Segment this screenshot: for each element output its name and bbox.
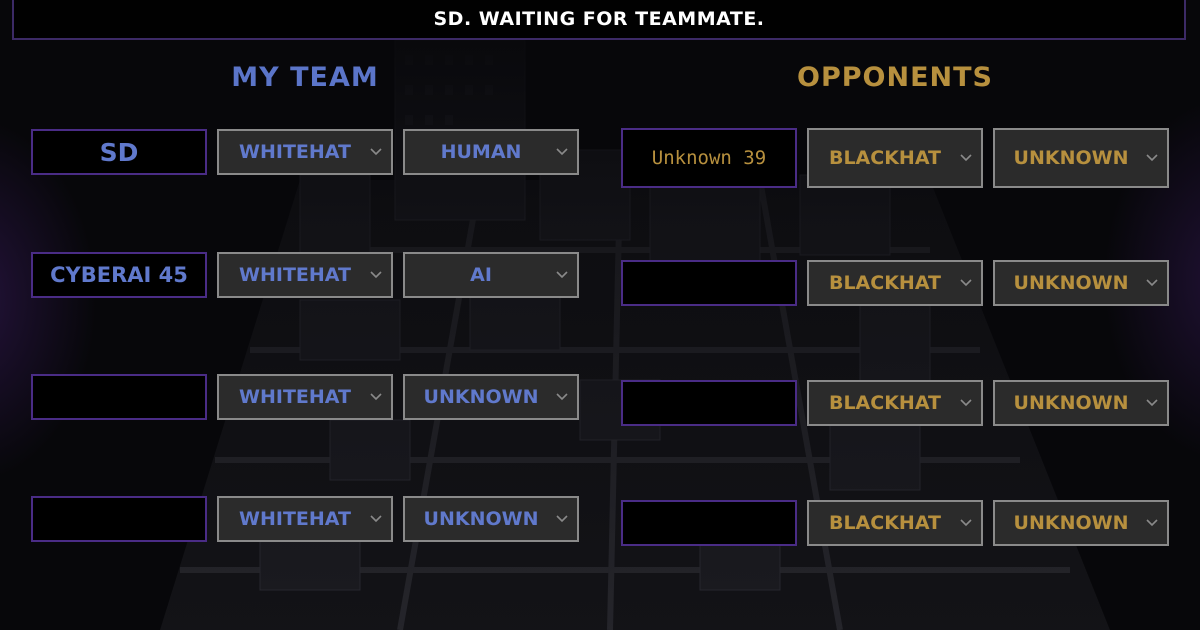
player-type-value: UNKNOWN — [1013, 392, 1129, 414]
chevron-down-icon — [365, 393, 387, 401]
player-type-select[interactable]: UNKNOWN — [993, 260, 1169, 306]
player-type-select[interactable]: UNKNOWN — [993, 128, 1169, 188]
side-select-value: WHITEHAT — [239, 508, 351, 530]
side-select[interactable]: BLACKHAT — [807, 128, 983, 188]
player-name-field: CYBERAI 45 — [31, 252, 207, 298]
opponent-name-field: Unknown 39 — [621, 128, 797, 188]
chevron-down-icon — [955, 279, 977, 287]
side-select[interactable]: WHITEHAT — [217, 496, 393, 542]
opponents-heading: OPPONENTS — [797, 62, 993, 93]
my-team-heading: MY TEAM — [231, 62, 379, 93]
player-type-value: UNKNOWN — [423, 508, 539, 530]
chevron-down-icon — [365, 271, 387, 279]
player-type-value: UNKNOWN — [1013, 512, 1129, 534]
player-type-value: UNKNOWN — [423, 386, 539, 408]
player-name-field: SD — [31, 129, 207, 175]
chevron-down-icon — [1141, 399, 1163, 407]
chevron-down-icon — [551, 148, 573, 156]
chevron-down-icon — [1141, 519, 1163, 527]
chevron-down-icon — [551, 515, 573, 523]
player-type-select[interactable]: UNKNOWN — [403, 496, 579, 542]
player-type-value: AI — [470, 264, 492, 286]
side-select-value: BLACKHAT — [828, 512, 942, 534]
side-select[interactable]: BLACKHAT — [807, 380, 983, 426]
side-select[interactable]: BLACKHAT — [807, 500, 983, 546]
status-banner: SD. WAITING FOR TEAMMATE. — [12, 0, 1186, 40]
chevron-down-icon — [365, 515, 387, 523]
side-select-value: WHITEHAT — [239, 141, 351, 163]
side-select-value: WHITEHAT — [239, 264, 351, 286]
chevron-down-icon — [955, 519, 977, 527]
side-select-value: WHITEHAT — [239, 386, 351, 408]
player-type-select[interactable]: UNKNOWN — [403, 374, 579, 420]
player-type-select[interactable]: HUMAN — [403, 129, 579, 175]
side-select[interactable]: WHITEHAT — [217, 252, 393, 298]
side-select-value: BLACKHAT — [828, 272, 942, 294]
player-type-value: HUMAN — [440, 141, 522, 163]
player-type-select[interactable]: AI — [403, 252, 579, 298]
player-type-value: UNKNOWN — [1013, 272, 1129, 294]
chevron-down-icon — [955, 399, 977, 407]
chevron-down-icon — [365, 148, 387, 156]
side-select-value: BLACKHAT — [828, 392, 942, 414]
status-text: SD. WAITING FOR TEAMMATE. — [433, 8, 765, 30]
chevron-down-icon — [551, 393, 573, 401]
player-type-select[interactable]: UNKNOWN — [993, 380, 1169, 426]
chevron-down-icon — [955, 154, 977, 162]
chevron-down-icon — [1141, 154, 1163, 162]
side-select[interactable]: WHITEHAT — [217, 129, 393, 175]
opponent-name-field — [621, 260, 797, 306]
side-select-value: BLACKHAT — [828, 147, 942, 169]
chevron-down-icon — [1141, 279, 1163, 287]
side-select[interactable]: WHITEHAT — [217, 374, 393, 420]
opponent-name-field — [621, 380, 797, 426]
player-name-field — [31, 374, 207, 420]
player-name-field — [31, 496, 207, 542]
player-type-value: UNKNOWN — [1013, 147, 1129, 169]
chevron-down-icon — [551, 271, 573, 279]
player-type-select[interactable]: UNKNOWN — [993, 500, 1169, 546]
side-select[interactable]: BLACKHAT — [807, 260, 983, 306]
opponent-name-field — [621, 500, 797, 546]
